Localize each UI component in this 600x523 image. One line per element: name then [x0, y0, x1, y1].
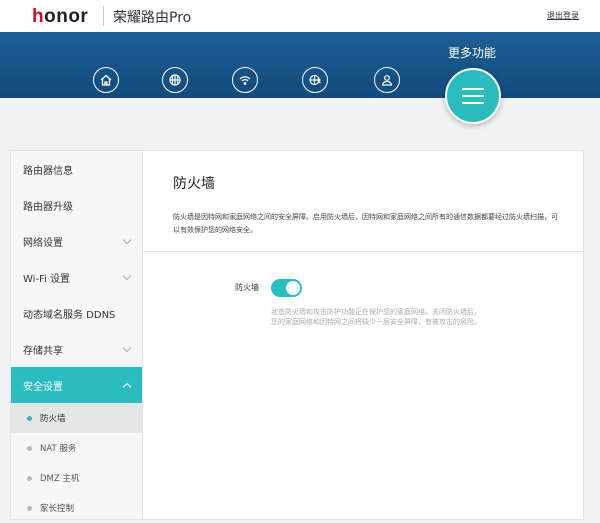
sidebar-item-label: 动态域名服务 DDNS	[23, 309, 116, 321]
page-description: 防火墙是因特网和家庭网络之间的安全屏障。启用防火墙后，因特网和家庭网络之间所有的…	[173, 213, 558, 234]
globe-icon[interactable]	[162, 67, 188, 93]
honor-logo: honor	[32, 6, 89, 27]
user-icon[interactable]	[374, 67, 400, 93]
logout-link[interactable]: 退出登录	[547, 10, 579, 21]
firewall-toggle[interactable]	[271, 279, 302, 297]
sidebar-item-router-info[interactable]: 路由器信息	[11, 151, 142, 187]
bullet-icon	[27, 415, 32, 421]
sidebar-item-storage[interactable]: 存储共享	[11, 331, 142, 367]
sidebar-subitem-firewall[interactable]: 防火墙	[11, 403, 142, 433]
toggle-knob	[286, 281, 300, 295]
sidebar-item-label: 路由器升级	[23, 201, 73, 213]
page-title: 防火墙	[173, 176, 215, 192]
sidebar-subitem-label: 家长控制	[40, 504, 75, 514]
internet-icon[interactable]	[302, 67, 328, 93]
sidebar-item-label: 安全设置	[23, 381, 63, 393]
bullet-icon	[27, 505, 32, 511]
wifi-icon[interactable]	[232, 67, 258, 93]
sidebar-subitem-label: 防火墙	[40, 414, 66, 424]
sidebar-item-wifi[interactable]: Wi-Fi 设置	[11, 259, 142, 295]
sidebar-item-network[interactable]: 网络设置	[11, 223, 142, 259]
sidebar-item-label: 路由器信息	[23, 165, 73, 177]
sidebar-item-router-upgrade[interactable]: 路由器升级	[11, 187, 142, 223]
sidebar-subitem-parental[interactable]: 家长控制	[11, 493, 142, 523]
top-bar: honor 荣耀路由Pro 退出登录	[0, 0, 600, 32]
chevron-up-icon	[122, 382, 132, 391]
home-icon[interactable]	[93, 67, 119, 93]
divider	[103, 6, 104, 26]
menu-icon	[462, 88, 484, 90]
product-name: 荣耀路由Pro	[113, 10, 192, 26]
chevron-down-icon	[122, 235, 132, 244]
main-panel: 防火墙 防火墙是因特网和家庭网络之间的安全屏障。启用防火墙后，因特网和家庭网络之…	[142, 150, 584, 520]
chevron-down-icon	[122, 343, 132, 352]
sidebar-subitem-label: NAT 服务	[40, 444, 77, 454]
bullet-icon	[27, 445, 32, 451]
sidebar: 路由器信息 路由器升级 网络设置 Wi-Fi 设置 动态域名服务 DDNS 存储…	[10, 150, 142, 520]
sidebar-item-label: 网络设置	[23, 237, 63, 249]
firewall-label: 防火墙	[235, 283, 259, 292]
sidebar-subitem-label: DMZ 主机	[40, 474, 80, 484]
sidebar-item-label: Wi-Fi 设置	[23, 273, 71, 285]
firewall-hint: 状态防火墙和攻击防护功能正在保护您的家庭网络。关闭防火墙后，您的家庭网络和因特网…	[271, 308, 481, 326]
bullet-icon	[27, 475, 32, 481]
divider	[143, 251, 583, 252]
sidebar-subitem-nat[interactable]: NAT 服务	[11, 433, 142, 463]
sidebar-item-ddns[interactable]: 动态域名服务 DDNS	[11, 295, 142, 331]
sidebar-item-security[interactable]: 安全设置	[11, 367, 142, 403]
sidebar-item-label: 存储共享	[23, 345, 63, 357]
nav-band	[0, 32, 600, 98]
more-features-button[interactable]	[445, 68, 501, 124]
more-features-label: 更多功能	[448, 46, 497, 60]
chevron-down-icon	[122, 271, 132, 280]
sidebar-subitem-dmz[interactable]: DMZ 主机	[11, 463, 142, 493]
